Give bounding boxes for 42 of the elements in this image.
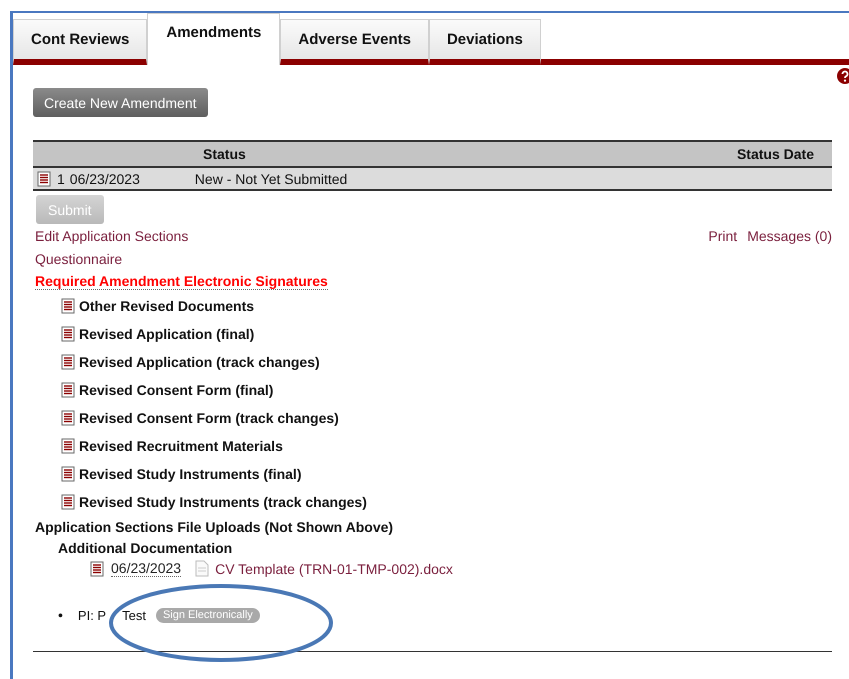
table-cell: New - Not Yet Submitted [194, 170, 348, 186]
document-title: Revised Recruitment Materials [79, 438, 283, 454]
document-icon[interactable] [61, 410, 76, 426]
document-icon[interactable] [61, 494, 76, 510]
document-icon[interactable] [61, 438, 76, 454]
tab[interactable]: Cont Reviews [13, 19, 148, 65]
file-icon [195, 560, 210, 577]
document-icon[interactable] [61, 298, 76, 314]
column-header: Status Date [736, 146, 814, 162]
tab[interactable]: Deviations [428, 19, 541, 65]
link[interactable]: Print [708, 228, 738, 244]
file-date[interactable]: 06/23/2023 [111, 560, 182, 577]
signer-label: PI: P [78, 608, 106, 622]
document-icon[interactable] [61, 466, 76, 482]
document-title: Revised Study Instruments (final) [79, 466, 302, 482]
document-icon[interactable] [61, 382, 76, 398]
section-heading: Application Sections File Uploads (Not Shown Above) [35, 519, 394, 535]
document-title: Revised Consent Form (final) [79, 382, 274, 398]
document-title: Revised Application (final) [79, 326, 254, 342]
document-title: Other Revised Documents [79, 298, 254, 314]
signer-label: Test [122, 608, 146, 622]
link[interactable]: Edit Application Sections [35, 228, 188, 244]
tab[interactable]: Amendments [147, 13, 280, 65]
document-title: Revised Consent Form (track changes) [79, 410, 339, 426]
bullet: • [58, 607, 63, 623]
subsection-title: Additional Documentation [58, 540, 234, 556]
table-cell-text: 06/23/2023 [70, 170, 141, 186]
help-icon[interactable] [836, 67, 849, 85]
questionnaire-link[interactable]: Questionnaire [35, 251, 122, 267]
document-icon[interactable] [61, 326, 76, 342]
document-icon[interactable] [90, 560, 105, 576]
file-link[interactable]: CV Template (TRN-01-TMP-002).docx [215, 560, 453, 576]
document-title: Revised Application (track changes) [79, 354, 320, 370]
link[interactable]: Messages (0) [747, 228, 832, 244]
document-icon[interactable] [37, 170, 52, 186]
tab[interactable]: Adverse Events [280, 19, 429, 65]
document-title: Revised Study Instruments (track changes) [79, 494, 367, 510]
create-amendment-button[interactable]: Create New Amendment [33, 88, 208, 117]
document-icon[interactable] [61, 354, 76, 370]
column-header: Status [203, 146, 246, 162]
section-heading: Required Amendment Electronic Signatures [35, 273, 328, 290]
table-cell: 1 [57, 170, 65, 186]
